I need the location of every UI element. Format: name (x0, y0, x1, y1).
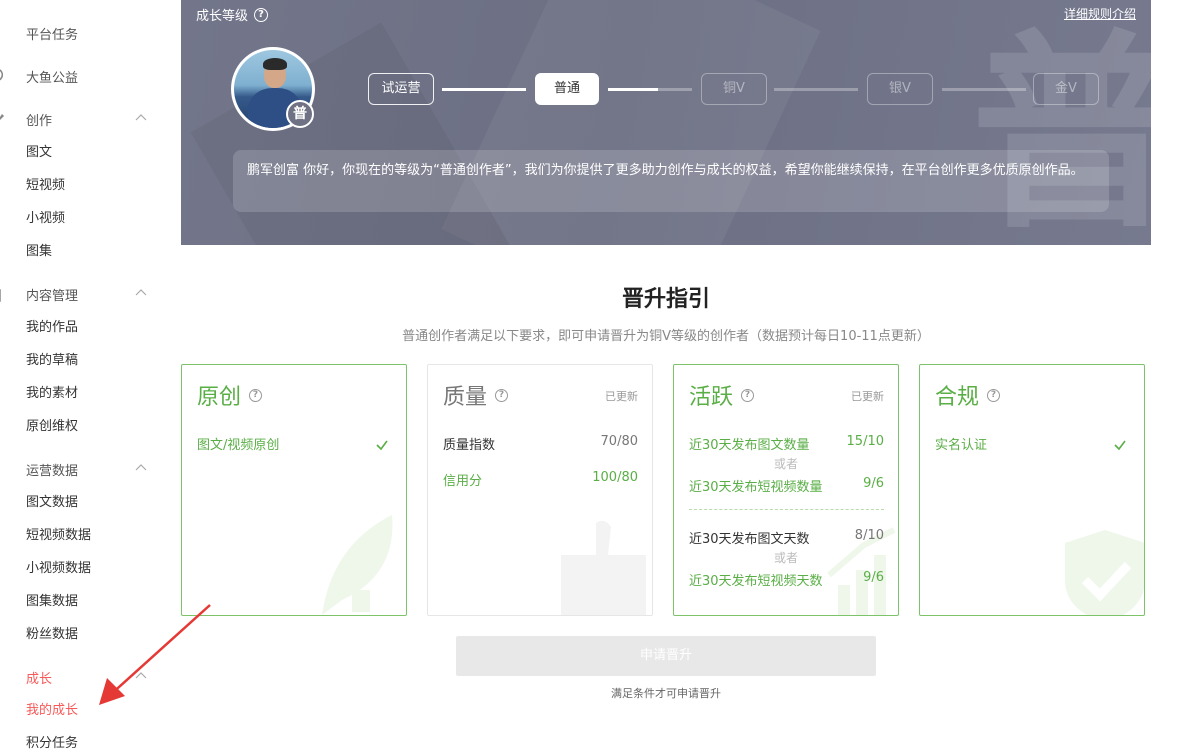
flag-icon (0, 26, 6, 41)
sidebar-group-label: 运营数据 (26, 464, 79, 479)
sidebar-item-fans-data[interactable]: 粉丝数据 (26, 618, 78, 651)
growth-level-banner: 普 成长等级 ? 详细规则介绍 普 试运营 普通 铜V 银V 金V 鹏军创富 你… (181, 0, 1151, 245)
card-title: 原创 ? (197, 379, 263, 411)
level-progress-track: 试运营 普通 铜V 银V 金V (368, 73, 1108, 105)
level-connector-progress (608, 88, 692, 91)
card-title: 合规 ? (935, 379, 1001, 411)
rocket-icon (0, 670, 6, 685)
sidebar-item-copyright[interactable]: 原创维权 (26, 410, 78, 443)
sidebar-group-label: 创作 (26, 114, 53, 129)
requirement-row: 质量指数 70/80 (443, 434, 638, 453)
chevron-up-icon[interactable] (135, 113, 147, 121)
requirement-row: 近30天发布图文数量 15/10 (689, 434, 884, 453)
sidebar-group-operation-data[interactable]: 运营数据 (0, 453, 175, 486)
shield-check-icon (1065, 530, 1144, 615)
divider (689, 509, 884, 510)
bar-chart-icon (0, 462, 6, 477)
level-connector (774, 88, 858, 91)
help-circle-icon[interactable]: ? (249, 388, 263, 402)
check-icon (376, 440, 388, 451)
banner-title: 成长等级 ? (196, 5, 269, 24)
card-original: 原创 ? 图文/视频原创 (181, 364, 407, 616)
level-gold-v: 金V (1033, 73, 1099, 105)
sidebar-item-short-video[interactable]: 短视频 (26, 169, 65, 202)
level-trial: 试运营 (368, 73, 434, 105)
apply-hint: 满足条件才可申请晋升 (611, 687, 721, 700)
level-bronze-v: 铜V (701, 73, 767, 105)
sidebar-item-my-works[interactable]: 我的作品 (26, 311, 78, 344)
requirement-row: 近30天发布图文天数 8/10 (689, 528, 884, 547)
promotion-guide-subtitle: 普通创作者满足以下要求，即可申请晋升为铜V等级的创作者（数据预计每日10-11点… (402, 329, 930, 344)
sidebar-item-my-growth[interactable]: 我的成长 (26, 694, 78, 727)
or-label: 或者 (773, 551, 798, 565)
banner-title-text: 成长等级 (196, 9, 249, 24)
heart-icon (0, 69, 4, 81)
level-badge: 普 (286, 100, 314, 128)
detailed-rules-link[interactable]: 详细规则介绍 (1064, 5, 1136, 22)
updated-label: 已更新 (605, 390, 638, 403)
sidebar-group-label: 平台任务 (26, 28, 79, 43)
updated-label: 已更新 (851, 390, 884, 403)
card-title: 活跃 ? (689, 379, 755, 411)
apply-promotion-button[interactable]: 申请晋升 (456, 636, 876, 676)
annotation-arrow-icon (99, 604, 211, 705)
sidebar-group-content-management[interactable]: 内容管理 (0, 278, 175, 311)
help-circle-icon[interactable]: ? (741, 388, 755, 402)
level-connector (442, 88, 526, 91)
card-quality: 质量 ? 已更新 质量指数 70/80 信用分 100/80 (427, 364, 653, 616)
level-normal: 普通 (535, 73, 599, 105)
or-label: 或者 (773, 457, 798, 471)
sidebar-item-gallery[interactable]: 图集 (26, 235, 52, 268)
chevron-up-icon[interactable] (135, 288, 147, 296)
check-icon (1114, 440, 1126, 451)
sidebar-item-mini-video[interactable]: 小视频 (26, 202, 65, 235)
sidebar-group-label: 内容管理 (26, 289, 79, 304)
pen-icon (0, 114, 4, 120)
card-active: 活跃 ? 已更新 近30天发布图文数量 15/10 或者 近30天发布短视频数量… (673, 364, 899, 616)
help-circle-icon[interactable]: ? (495, 388, 509, 402)
requirement-row: 实名认证 (935, 438, 988, 453)
sidebar-group-platform-tasks[interactable]: 平台任务 (0, 17, 175, 50)
sidebar-item-article[interactable]: 图文 (26, 136, 52, 169)
requirement-row: 信用分 100/80 (443, 470, 638, 489)
leaf-icon (322, 515, 393, 615)
sidebar-group-label: 成长 (26, 672, 53, 687)
requirement-row: 图文/视频原创 (197, 438, 280, 453)
level-message: 鹏军创富 你好，你现在的等级为“普通创作者”，我们为你提供了更多助力创作与成长的… (233, 150, 1109, 212)
sidebar-item-points-tasks[interactable]: 积分任务 (26, 727, 78, 751)
chevron-up-icon[interactable] (135, 463, 147, 471)
promotion-guide-title: 晋升指引 (621, 287, 710, 312)
help-circle-icon[interactable]: ? (987, 388, 1001, 402)
sidebar-item-mini-video-data[interactable]: 小视频数据 (26, 552, 91, 585)
sidebar-item-gallery-data[interactable]: 图集数据 (26, 585, 78, 618)
level-connector (942, 88, 1026, 91)
requirement-row: 近30天发布短视频数量 9/6 (689, 476, 884, 495)
thumbs-up-icon (561, 520, 646, 615)
level-silver-v: 银V (867, 73, 933, 105)
page: 平台任务 大鱼公益 创作 图文 短视频 小视频 图集 内容管理 我的作品 我的草… (0, 0, 1183, 751)
sidebar-group-label: 大鱼公益 (26, 71, 79, 86)
folder-icon (0, 289, 1, 302)
sidebar-item-my-materials[interactable]: 我的素材 (26, 377, 78, 410)
sidebar-group-charity[interactable]: 大鱼公益 (0, 60, 175, 93)
sidebar-item-my-drafts[interactable]: 我的草稿 (26, 344, 78, 377)
sidebar-item-short-video-data[interactable]: 短视频数据 (26, 519, 91, 552)
sidebar-item-article-data[interactable]: 图文数据 (26, 486, 78, 519)
card-title: 质量 ? (443, 379, 509, 411)
help-circle-icon[interactable]: ? (254, 7, 269, 22)
requirement-row: 近30天发布短视频天数 9/6 (689, 570, 884, 589)
card-compliance: 合规 ? 实名认证 (919, 364, 1145, 616)
sidebar-group-create[interactable]: 创作 (0, 103, 175, 136)
